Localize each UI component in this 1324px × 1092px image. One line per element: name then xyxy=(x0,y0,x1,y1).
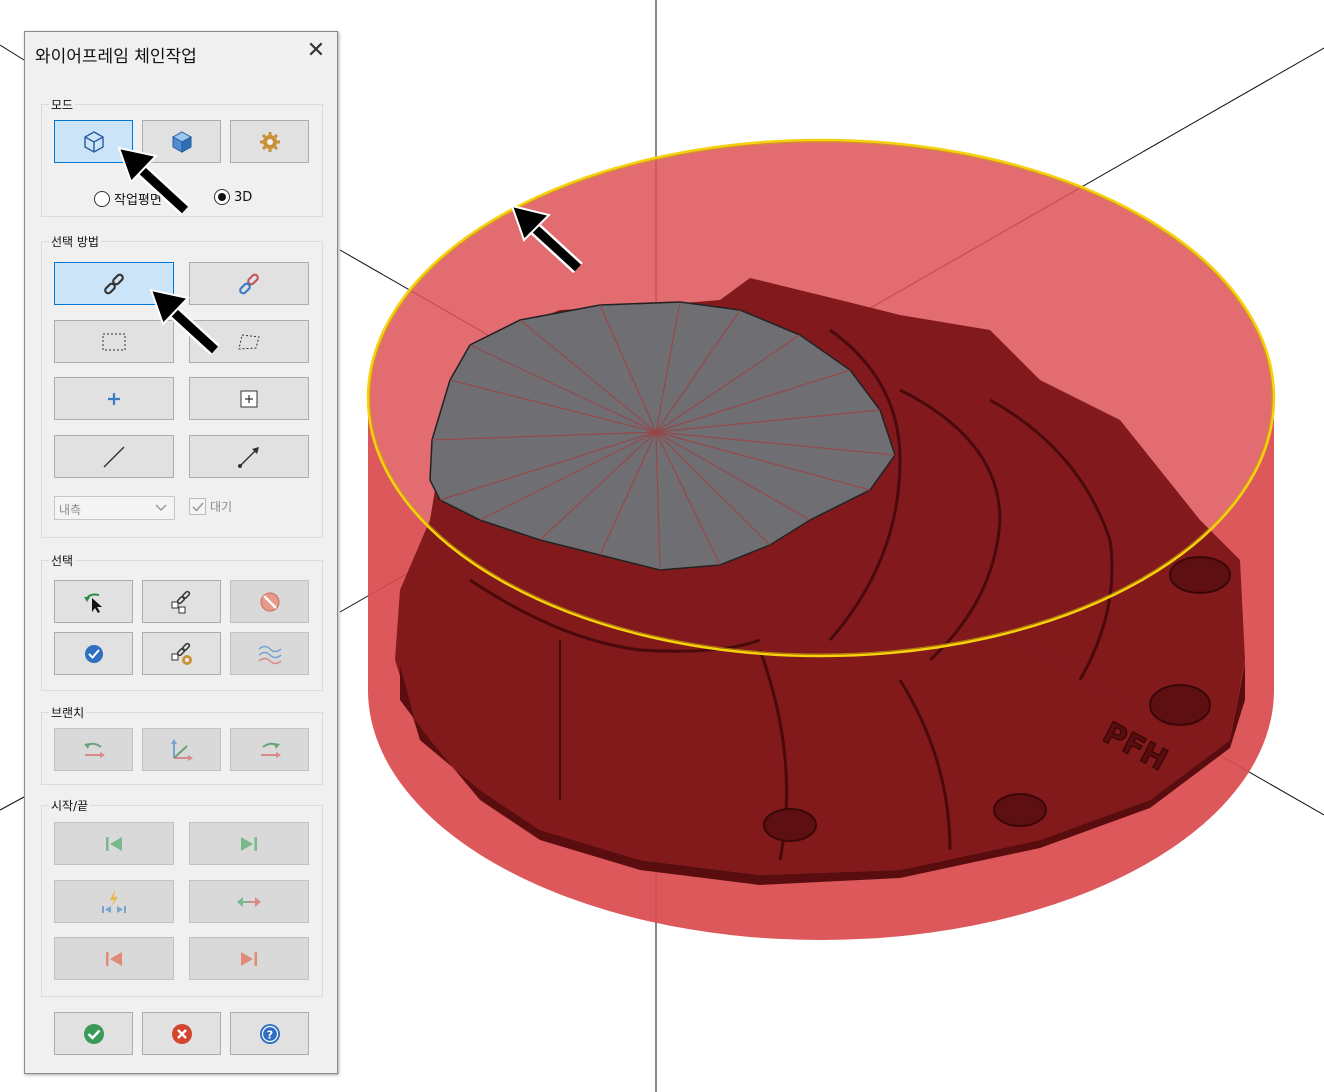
annotation-arrows xyxy=(117,146,220,356)
chain-dialog: 와이어프레임 체인작업 ✕ 모드 작업평면 3D 선택 방법 내측 대기 선택 … xyxy=(24,31,338,1074)
